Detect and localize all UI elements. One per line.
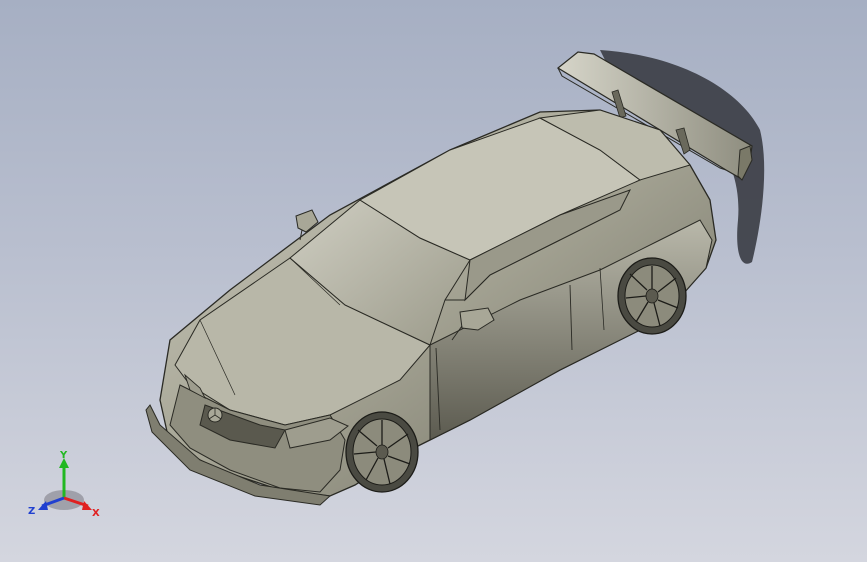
view-orientation-triad: Y X Z xyxy=(28,450,100,519)
car-model[interactable] xyxy=(0,0,867,562)
graphics-viewport[interactable]: Y X Z xyxy=(0,0,867,562)
z-axis-label: Z xyxy=(28,506,35,517)
y-axis-label: Y xyxy=(59,450,68,461)
x-axis-label: X xyxy=(92,508,100,519)
rear-wheel xyxy=(617,257,687,335)
x-arrow-icon xyxy=(82,501,92,510)
front-wheel xyxy=(345,411,419,493)
